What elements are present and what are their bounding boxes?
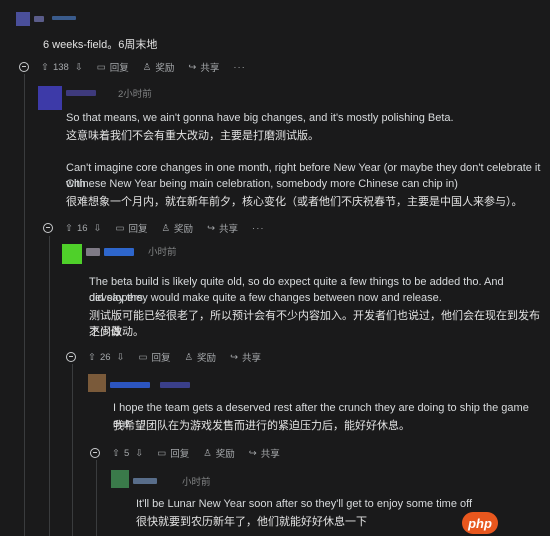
arrow-down-icon: ⇩	[135, 447, 144, 459]
thread-line	[72, 364, 73, 536]
arrow-up-icon: ⇧	[88, 351, 96, 363]
award-icon: ♙	[161, 222, 171, 234]
comment-timestamp: 小时前	[182, 477, 211, 488]
reply-button[interactable]: ▭ 回复	[96, 60, 129, 75]
username-blurred	[66, 90, 96, 96]
avatar	[88, 374, 106, 392]
username-blurred	[160, 382, 190, 388]
username-blurred	[133, 478, 157, 484]
vote-count: 16	[76, 222, 88, 234]
comment-actions: ⇧ 138 ⇩ ▭ 回复 ♙ 奖励 ↪ 共享 ···	[19, 58, 246, 76]
award-button[interactable]: ♙ 奖励	[184, 350, 217, 365]
share-button[interactable]: ↪ 共享	[230, 350, 261, 365]
vote-count: 138	[52, 61, 69, 73]
comment-text: 很难想象一个月内，就在新年前夕，核心变化（或者他们不庆祝春节，主要是中国人来参与…	[66, 196, 523, 208]
vote-count: 5	[123, 447, 130, 459]
comment-text: 不少改动。	[89, 326, 144, 338]
avatar	[38, 86, 62, 110]
arrow-up-icon: ⇧	[65, 222, 73, 234]
thread-line	[49, 236, 50, 536]
upvote-button[interactable]: ⇧	[65, 223, 73, 234]
downvote-button[interactable]: ⇩	[135, 448, 143, 459]
comment-icon: ▭	[96, 61, 106, 73]
reply-button[interactable]: ▭ 回复	[115, 221, 148, 236]
comment-text: Chinese New Year being main celebration,…	[66, 178, 458, 190]
award-button[interactable]: ♙ 奖励	[142, 60, 175, 75]
arrow-up-icon: ⇧	[112, 447, 120, 459]
arrow-down-icon: ⇩	[116, 351, 125, 363]
thread-line	[24, 74, 25, 536]
collapse-thread-button[interactable]	[90, 448, 100, 458]
downvote-button[interactable]: ⇩	[75, 62, 83, 73]
share-icon: ↪	[230, 351, 239, 363]
award-button[interactable]: ♙ 奖励	[203, 446, 235, 461]
downvote-button[interactable]: ⇩	[117, 352, 125, 363]
comment-actions: ⇧ 5 ⇩ ▭ 回复 ♙ 奖励 ↪ 共享	[90, 444, 280, 462]
arrow-down-icon: ⇩	[93, 222, 102, 234]
username-blurred	[86, 248, 100, 256]
more-options-button[interactable]: ···	[233, 62, 246, 73]
comment-icon: ▭	[138, 351, 148, 363]
more-options-button[interactable]: ···	[252, 223, 265, 234]
avatar	[16, 12, 30, 26]
upvote-button[interactable]: ⇧	[41, 62, 49, 73]
collapse-thread-button[interactable]	[43, 223, 53, 233]
comment-text: 这意味着我们不会有重大改动，主要是打磨测试版。	[66, 130, 319, 142]
watermark-logo: php	[462, 512, 498, 534]
award-icon: ♙	[203, 447, 212, 459]
collapse-thread-button[interactable]	[19, 62, 29, 72]
share-button[interactable]: ↪ 共享	[248, 446, 280, 461]
reply-button[interactable]: ▭ 回复	[138, 350, 171, 365]
comment-text: 很快就要到农历新年了，他们就能好好休息一下	[136, 516, 367, 528]
comment-actions: ⇧ 16 ⇩ ▭ 回复 ♙ 奖励 ↪ 共享 ···	[43, 219, 265, 237]
avatar	[111, 470, 129, 488]
share-button[interactable]: ↪ 共享	[207, 221, 238, 236]
upvote-button[interactable]: ⇧	[112, 448, 120, 459]
comment-timestamp: 2小时前	[118, 89, 152, 100]
share-icon: ↪	[248, 447, 257, 459]
username-blurred	[52, 16, 76, 20]
comment-icon: ▭	[157, 447, 167, 459]
downvote-button[interactable]: ⇩	[94, 223, 102, 234]
award-icon: ♙	[184, 351, 194, 363]
upvote-button[interactable]: ⇧	[88, 352, 96, 363]
award-button[interactable]: ♙ 奖励	[161, 221, 194, 236]
comment-text: So that means, we ain't gonna have big c…	[66, 112, 454, 124]
award-icon: ♙	[142, 61, 152, 73]
comment-text: 测试版可能已经很老了，所以预计会有不少内容加入。开发者们也说过，他们会在现在到发…	[89, 310, 540, 338]
vote-count: 26	[99, 351, 111, 363]
thread-line	[96, 460, 97, 536]
comment-text: 6 weeks-field。6周末地	[43, 39, 158, 51]
comment-icon: ▭	[115, 222, 125, 234]
reply-button[interactable]: ▭ 回复	[157, 446, 189, 461]
username-blurred	[34, 16, 44, 22]
collapse-thread-button[interactable]	[66, 352, 76, 362]
share-button[interactable]: ↪ 共享	[188, 60, 219, 75]
avatar	[62, 244, 82, 264]
comment-text: It'll be Lunar New Year soon after so th…	[136, 498, 473, 510]
arrow-up-icon: ⇧	[41, 61, 49, 73]
arrow-down-icon: ⇩	[74, 61, 83, 73]
username-blurred	[104, 248, 134, 256]
share-icon: ↪	[207, 222, 216, 234]
username-blurred	[110, 382, 150, 388]
comment-actions: ⇧ 26 ⇩ ▭ 回复 ♙ 奖励 ↪ 共享	[66, 348, 261, 366]
comment-text: 我希望团队在为游戏发售而进行的紧迫压力后，能好好休息。	[113, 420, 410, 432]
comment-timestamp: 小时前	[148, 247, 177, 258]
share-icon: ↪	[188, 61, 197, 73]
comment-text: did say they would make quite a few chan…	[89, 292, 442, 304]
